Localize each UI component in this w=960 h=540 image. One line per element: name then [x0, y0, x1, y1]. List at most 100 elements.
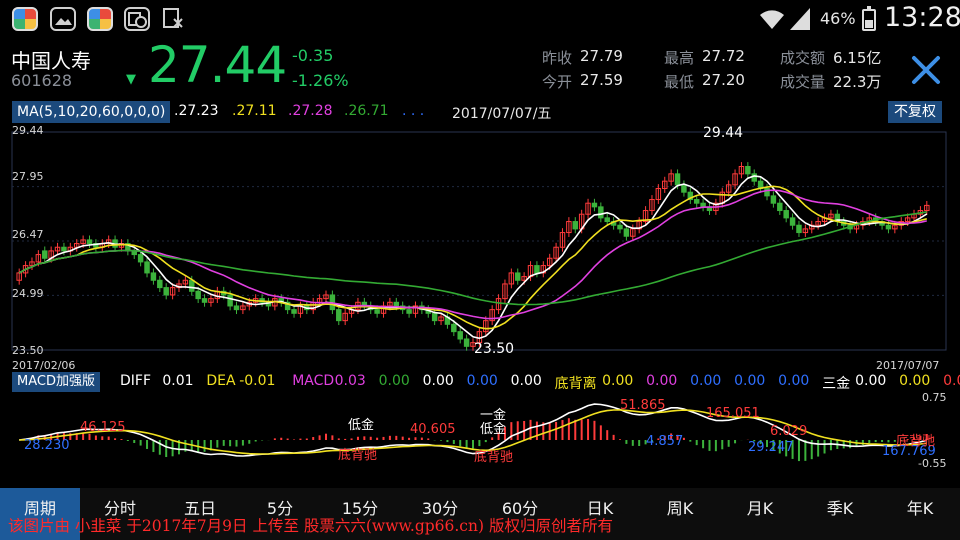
y-tick-label: 29.44 [12, 124, 44, 137]
macd-field-label: MACD [292, 373, 335, 389]
tab-item[interactable]: 周K [640, 488, 720, 540]
candle [342, 308, 348, 326]
ma20-value: .27.28 [288, 103, 333, 119]
candle [201, 294, 208, 307]
macd-indicator-tag[interactable]: MACD加强版 [12, 372, 100, 392]
macd-field-value: 0.00 [466, 373, 498, 389]
battery-icon [862, 6, 876, 31]
macd-field-label: DIFF [120, 373, 152, 389]
stat-label: 成交量 [780, 73, 826, 91]
tab-item[interactable]: 季K [800, 488, 880, 540]
candle [495, 294, 502, 315]
candle [751, 169, 757, 186]
candle [757, 176, 764, 193]
candle [591, 198, 598, 212]
macd-field-value: 0.00 [646, 373, 678, 389]
candle [457, 327, 463, 344]
stock-code: 601628 [11, 71, 73, 90]
ma-indicator-tag[interactable]: MA(5,10,20,60,0,0,0) [12, 101, 171, 123]
candle [208, 294, 214, 307]
macd-annotation: 28.230 [24, 438, 70, 453]
price-change: -0.35 [292, 46, 334, 65]
ma5-value: .27.23 [174, 103, 219, 119]
macd-annotation: 低金 [480, 422, 507, 437]
macd-field-value: 0.00 [690, 373, 722, 389]
candle [789, 213, 796, 230]
candle [745, 162, 751, 179]
candle [559, 228, 566, 252]
candle [738, 162, 745, 179]
candle [361, 297, 368, 311]
macd-field-value: 0.00 [855, 373, 887, 389]
y-tick-label: 26.47 [12, 228, 44, 241]
candle [725, 180, 732, 197]
macd-y-top: 0.75 [922, 391, 947, 404]
candle [655, 184, 662, 204]
candle [598, 202, 604, 223]
candle [150, 268, 157, 285]
tab-item[interactable]: 月K [720, 488, 800, 540]
macd-field-value: -0.01 [239, 373, 276, 389]
price-change-pct: -1.26% [292, 71, 349, 90]
macd-field-value: 0.00 [899, 373, 931, 389]
candle [649, 195, 655, 215]
candle [125, 239, 131, 256]
macd-field-value: 0.00 [778, 373, 810, 389]
close-icon[interactable] [910, 54, 942, 86]
candle [323, 290, 329, 304]
candle [687, 187, 694, 204]
stat-value: 27.20 [702, 71, 745, 89]
clock: 13:28 [884, 2, 960, 33]
candle [278, 294, 284, 307]
macd-field-label: DEA [206, 373, 236, 389]
colorful-app-icon [12, 7, 38, 31]
last-price: 27.44 [148, 36, 287, 94]
stat-value: 27.72 [702, 47, 745, 65]
candle [412, 301, 419, 318]
candle [336, 305, 342, 326]
candle [681, 180, 687, 197]
macd-field-value: 0.00 [378, 373, 410, 389]
macd-annotation: 底背驰 [896, 434, 936, 449]
candle [444, 312, 451, 329]
candle [310, 297, 316, 315]
macd-field-value: 0.00 [602, 373, 634, 389]
ma60-line [18, 211, 927, 306]
macd-annotation: 6.029 [770, 424, 808, 439]
macd-annotation: 29.247 [748, 440, 794, 455]
macd-field-value: 0.01 [162, 373, 194, 389]
quote-header: 中国人寿 601628 ▼ 27.44 -0.35 -1.26% 昨收 27.7… [0, 36, 960, 100]
y-tick-label: 27.95 [12, 170, 44, 183]
ma-more-value: . . . [402, 103, 425, 119]
macd-annotation: 4.857 [646, 434, 684, 449]
stat-value: 27.59 [580, 71, 623, 89]
candle [706, 202, 713, 215]
candlestick-chart[interactable] [0, 122, 960, 372]
stat-label: 今开 [542, 73, 573, 91]
candle [719, 187, 726, 208]
candle [617, 220, 623, 234]
candle [86, 235, 93, 248]
macd-field-value: 0.0 [943, 373, 960, 389]
candle [585, 198, 591, 219]
candle [157, 275, 163, 293]
stat-value: 27.79 [580, 47, 623, 65]
macd-annotation: 40.605 [410, 422, 456, 437]
ma5-line [18, 175, 928, 340]
tab-item[interactable]: 年K [880, 488, 960, 540]
macd-field-value: 0.00 [510, 373, 542, 389]
stat-value: 22.3万 [833, 73, 882, 91]
candle [815, 217, 821, 230]
adjust-price-button[interactable]: 不复权 [888, 101, 942, 123]
macd-field-value: 0.00 [734, 373, 766, 389]
macd-field-label: 三金 [822, 376, 851, 392]
ma10-value: .27.11 [232, 103, 277, 119]
candle [284, 297, 291, 315]
ma60-value: .26.71 [344, 103, 389, 119]
candle [489, 305, 495, 326]
candle [502, 279, 508, 304]
gallery-icon [50, 7, 76, 31]
candle [16, 268, 22, 285]
stat-label: 最低 [664, 73, 695, 91]
macd-annotation: 低金 [348, 418, 375, 433]
